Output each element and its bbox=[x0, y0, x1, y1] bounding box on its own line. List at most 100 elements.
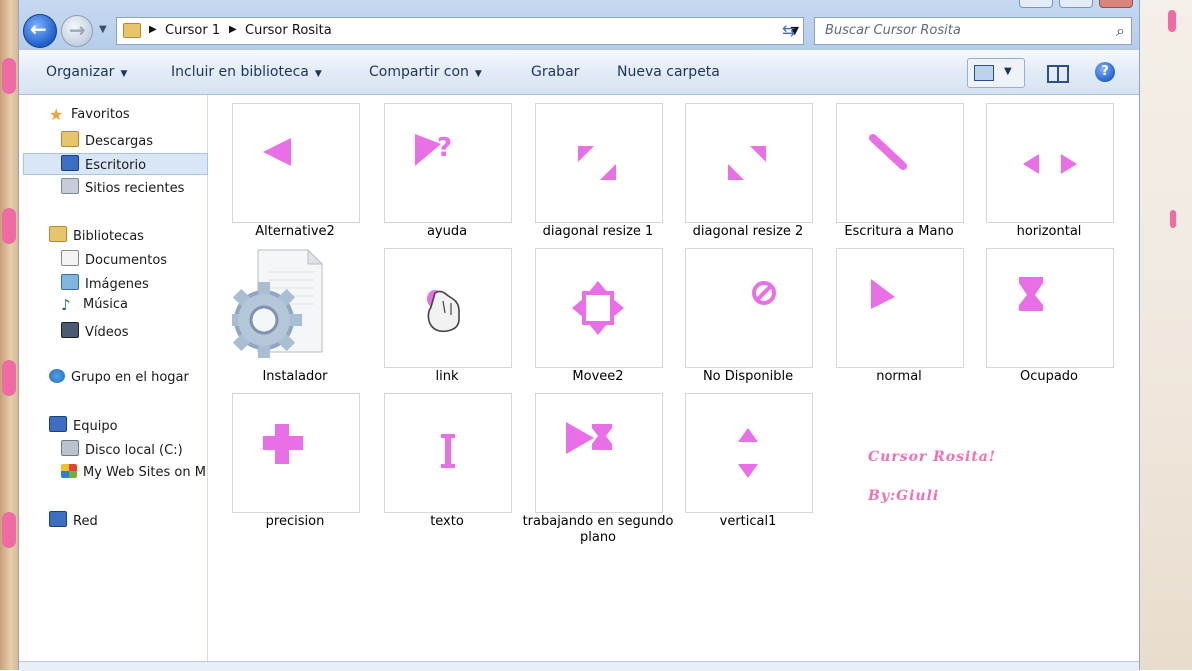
images-icon bbox=[61, 274, 79, 290]
cursor-resize-vertical-icon bbox=[738, 428, 758, 478]
chevron-down-icon: ▼ bbox=[120, 69, 128, 79]
search-icon[interactable]: ⌕ bbox=[1116, 21, 1125, 41]
close-button[interactable] bbox=[1099, 0, 1133, 8]
thumbnail bbox=[685, 393, 813, 513]
credit-author: By:Giuli bbox=[868, 488, 940, 504]
cursor-resize-horizontal-icon bbox=[1023, 154, 1077, 174]
desktop-icon[interactable] bbox=[2, 360, 16, 396]
desktop-icon[interactable] bbox=[1170, 210, 1176, 228]
forward-arrow-icon: → bbox=[69, 18, 86, 42]
file-name: Alternative2 bbox=[255, 224, 335, 239]
file-name: normal bbox=[876, 369, 922, 384]
back-button[interactable]: ← bbox=[23, 14, 57, 48]
nav-music[interactable]: ♪ Música bbox=[61, 296, 128, 314]
computer-icon bbox=[49, 416, 67, 432]
nav-local-disk[interactable]: Disco local (C:) bbox=[61, 440, 183, 458]
desktop-icon bbox=[61, 155, 79, 171]
cursor-alternate-icon bbox=[263, 138, 291, 166]
music-icon: ♪ bbox=[61, 296, 71, 314]
refresh-button[interactable]: ⇆ bbox=[777, 17, 803, 45]
drive-icon bbox=[61, 440, 79, 456]
help-icon[interactable]: ? bbox=[1095, 62, 1115, 82]
maximize-button[interactable] bbox=[1059, 0, 1093, 8]
breadcrumb-separator-icon: ▶ bbox=[229, 24, 237, 35]
nav-computer[interactable]: Equipo bbox=[49, 416, 118, 434]
nav-images[interactable]: Imágenes bbox=[61, 274, 149, 292]
nav-homegroup[interactable]: Grupo en el hogar bbox=[49, 369, 189, 385]
svg-text:?: ? bbox=[437, 133, 452, 163]
homegroup-icon bbox=[49, 369, 65, 383]
nav-downloads[interactable]: Descargas bbox=[61, 131, 153, 149]
minimize-button[interactable] bbox=[1019, 0, 1053, 8]
thumbnail bbox=[986, 248, 1114, 368]
desktop-right-strip bbox=[1140, 0, 1192, 670]
preview-pane-icon[interactable] bbox=[1047, 65, 1069, 83]
desktop-icon[interactable] bbox=[2, 512, 16, 548]
nav-web-sites[interactable]: My Web Sites on M bbox=[61, 464, 207, 480]
videos-icon bbox=[61, 322, 79, 338]
nav-favorites[interactable]: ★ Favoritos bbox=[49, 105, 130, 124]
nav-network[interactable]: Red bbox=[49, 511, 98, 529]
desktop-icon[interactable] bbox=[2, 208, 16, 244]
thumbnail bbox=[384, 393, 512, 513]
file-name: Movee2 bbox=[572, 369, 624, 384]
include-in-library-menu[interactable]: Incluir en biblioteca ▼ bbox=[171, 64, 322, 80]
thumbnail bbox=[535, 103, 663, 223]
navigation-pane: ★ Favoritos Descargas Escritorio Sitios r… bbox=[19, 95, 208, 670]
view-icon bbox=[974, 65, 994, 81]
burn-button[interactable]: Grabar bbox=[531, 64, 579, 80]
cursor-resize-nwse-icon bbox=[578, 146, 616, 180]
file-name: ayuda bbox=[426, 224, 468, 239]
command-bar: Organizar ▼ Incluir en biblioteca ▼ Compar… bbox=[19, 50, 1139, 95]
thumbnail bbox=[836, 103, 964, 223]
thumbnail bbox=[384, 248, 512, 368]
file-name: link bbox=[435, 369, 459, 384]
cursor-text-icon bbox=[441, 434, 455, 468]
nav-documents[interactable]: Documentos bbox=[61, 250, 167, 268]
explorer-window: ← → ▼ ▶ Cursor 1 ▶ Cursor Rosita ▼ ⇆ Bus… bbox=[18, 0, 1140, 671]
address-bar[interactable]: ▶ Cursor 1 ▶ Cursor Rosita ▼ bbox=[116, 17, 804, 45]
thumbnail bbox=[232, 248, 358, 366]
breadcrumb-item[interactable]: Cursor 1 bbox=[165, 23, 220, 38]
cursor-unavailable-icon bbox=[752, 281, 776, 305]
breadcrumb-item[interactable]: Cursor Rosita bbox=[245, 23, 332, 38]
credit-title: Cursor Rosita! bbox=[868, 449, 997, 465]
nav-recent-places[interactable]: Sitios recientes bbox=[61, 178, 184, 196]
search-field[interactable]: Buscar Cursor Rosita ⌕ bbox=[814, 17, 1132, 45]
desktop-icon[interactable] bbox=[2, 58, 16, 94]
thumbnail bbox=[232, 393, 360, 513]
cursor-help-icon: ? bbox=[415, 133, 452, 166]
nav-libraries[interactable]: Bibliotecas bbox=[49, 226, 144, 244]
history-dropdown-icon[interactable]: ▼ bbox=[99, 24, 107, 35]
file-name: Ocupado bbox=[1019, 369, 1079, 384]
search-placeholder: Buscar Cursor Rosita bbox=[825, 23, 961, 38]
libraries-icon bbox=[49, 226, 67, 242]
title-bar: ← → ▼ ▶ Cursor 1 ▶ Cursor Rosita ▼ ⇆ Bus… bbox=[19, 0, 1139, 50]
forward-button[interactable]: → bbox=[61, 15, 93, 47]
file-name: vertical1 bbox=[719, 514, 777, 529]
thumbnail bbox=[535, 393, 663, 513]
share-with-menu[interactable]: Compartir con ▼ bbox=[369, 64, 482, 80]
file-name: precision bbox=[265, 514, 325, 529]
thumbnail bbox=[232, 103, 360, 223]
organize-menu[interactable]: Organizar ▼ bbox=[46, 64, 127, 80]
change-view-button[interactable]: ▼ bbox=[967, 58, 1025, 88]
desktop-icon[interactable] bbox=[1168, 10, 1176, 32]
chevron-down-icon: ▼ bbox=[474, 69, 482, 79]
chevron-down-icon: ▼ bbox=[314, 69, 322, 79]
file-name: diagonal resize 2 bbox=[692, 224, 804, 239]
cursor-busy-icon bbox=[1019, 277, 1043, 311]
thumbnail bbox=[986, 103, 1114, 223]
thumbnail bbox=[535, 248, 663, 368]
file-name: texto bbox=[430, 514, 464, 529]
nav-videos[interactable]: Vídeos bbox=[61, 322, 128, 340]
recent-places-icon bbox=[61, 178, 79, 194]
nav-desktop[interactable]: Escritorio bbox=[61, 155, 146, 173]
file-name: trabajando en segundo plano bbox=[522, 514, 674, 545]
web-sites-icon bbox=[61, 464, 77, 478]
star-icon: ★ bbox=[49, 105, 64, 124]
thumbnail: ? bbox=[384, 103, 512, 223]
breadcrumb-separator-icon: ▶ bbox=[149, 24, 157, 35]
thumbnail bbox=[836, 248, 964, 368]
new-folder-button[interactable]: Nueva carpeta bbox=[617, 64, 720, 80]
